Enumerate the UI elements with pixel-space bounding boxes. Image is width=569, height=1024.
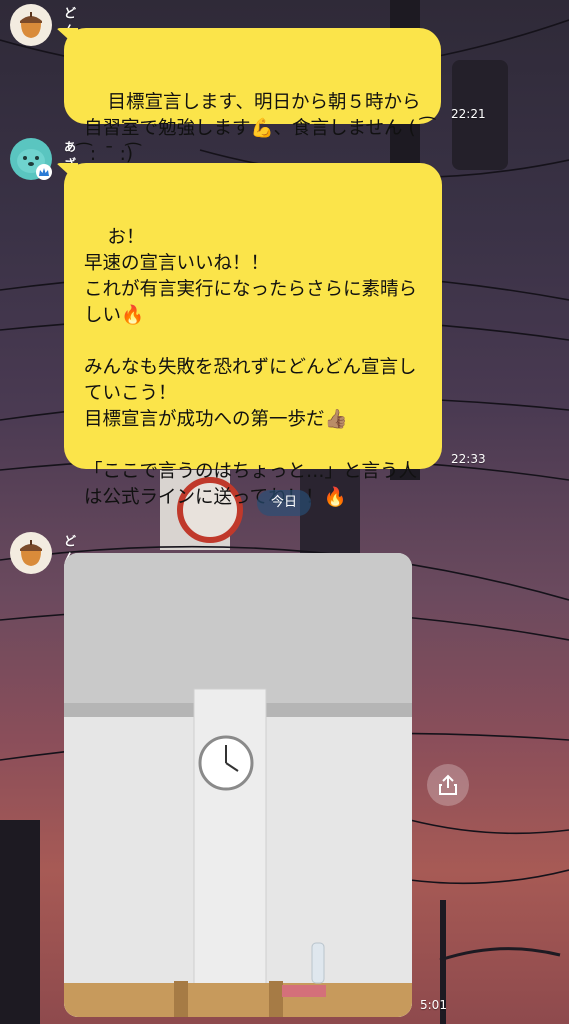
acorn-icon xyxy=(20,540,42,566)
message-time: 22:33 xyxy=(451,452,486,466)
message-bubble[interactable]: お！ 早速の宣言いいね！！ これが有言実行になったらさらに素晴らしい🔥 みんなも… xyxy=(56,163,442,508)
message-bubble[interactable]: 目標宣言します、明日から朝５時から自習室で勉強します💪、食言しません ( ͡ :… xyxy=(56,28,441,165)
share-button[interactable] xyxy=(427,764,469,806)
message-text: お！ 早速の宣言いいね！！ これが有言実行になったらさらに素晴らしい🔥 みんなも… xyxy=(84,227,418,508)
sender-avatar[interactable] xyxy=(10,532,52,574)
official-badge xyxy=(36,164,52,180)
photo-message[interactable] xyxy=(64,553,412,1017)
crown-icon xyxy=(39,168,49,176)
message-time: 22:21 xyxy=(451,107,486,121)
study-room-clock-photo xyxy=(64,553,412,1017)
acorn-icon xyxy=(20,12,42,38)
date-separator: 今日 xyxy=(257,490,311,516)
sender-avatar[interactable] xyxy=(10,138,52,180)
share-icon xyxy=(439,774,457,795)
message-time: 5:01 xyxy=(420,998,447,1012)
sender-avatar[interactable] xyxy=(10,4,52,46)
